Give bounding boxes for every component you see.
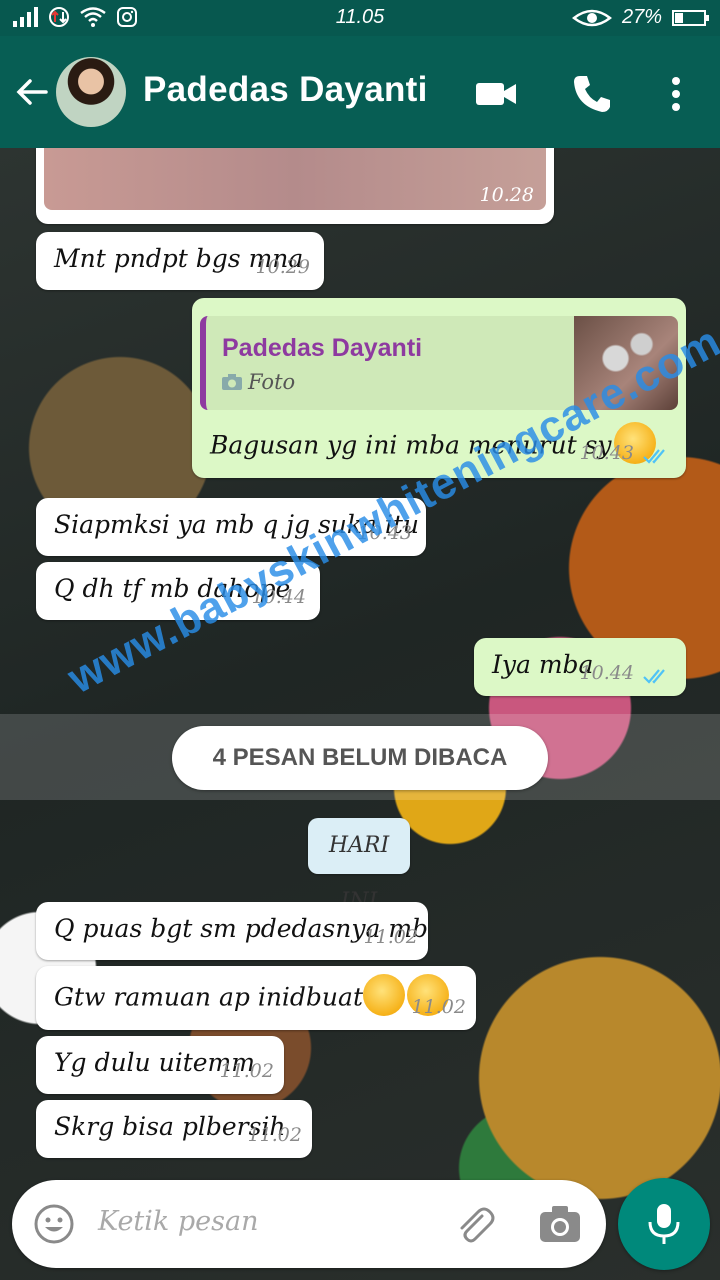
- incoming-message[interactable]: Mnt pndpt bgs mna 10.29: [36, 232, 324, 290]
- quoted-type: Foto: [248, 370, 296, 394]
- read-ticks-icon: [643, 669, 665, 684]
- quoted-sender: Padedas Dayanti: [222, 334, 423, 362]
- message-time: 11.02: [219, 1060, 274, 1082]
- message-text: Gtw ramuan ap inidbuat: [54, 974, 449, 1020]
- message-time: 10.44: [579, 662, 634, 684]
- incoming-message[interactable]: Skrg bisa plbersih 11.02: [36, 1100, 312, 1158]
- back-arrow-icon[interactable]: [14, 74, 50, 110]
- message-time: 11.02: [363, 926, 418, 948]
- battery-icon: [672, 9, 709, 26]
- mic-button[interactable]: [618, 1178, 710, 1270]
- rolling-laughing-emoji: [362, 974, 405, 1016]
- incoming-message[interactable]: Yg dulu uitemm 11.02: [36, 1036, 284, 1094]
- message-time: 10.29: [255, 256, 310, 278]
- status-bar: 11.05 27%: [0, 0, 720, 36]
- date-chip: HARI INI: [308, 818, 410, 914]
- status-icons-right: 27%: [572, 6, 709, 29]
- image-message[interactable]: 10.28: [36, 148, 554, 224]
- battery-percent: 27%: [621, 6, 662, 28]
- chat-header: Padedas Dayanti: [0, 36, 720, 148]
- outgoing-message[interactable]: Iya mba 10.44: [474, 638, 686, 696]
- message-photo[interactable]: [44, 148, 546, 210]
- message-time: 11.02: [247, 1124, 302, 1146]
- camera-icon: [222, 374, 242, 390]
- eye-icon: [572, 9, 612, 26]
- message-time: 10.28: [479, 184, 534, 206]
- message-text-content: Gtw ramuan ap inidbuat: [54, 982, 363, 1012]
- voice-call-icon[interactable]: [570, 72, 614, 116]
- contact-avatar[interactable]: [56, 57, 126, 127]
- attach-icon[interactable]: [452, 1202, 496, 1246]
- message-time: 11.02: [411, 996, 466, 1018]
- message-text: Iya mba: [492, 650, 594, 679]
- read-ticks-icon: [643, 449, 665, 464]
- contact-name[interactable]: Padedas Dayanti: [143, 70, 428, 110]
- message-time: 10.43: [579, 442, 634, 464]
- message-composer[interactable]: Ketik pesan: [12, 1180, 606, 1268]
- more-options-icon[interactable]: [654, 72, 698, 116]
- unread-messages-banner: 4 PESAN BELUM DIBACA: [172, 726, 548, 790]
- incoming-message[interactable]: Q puas bgt sm pdedasnya mb 11.02: [36, 902, 428, 960]
- message-input[interactable]: Ketik pesan: [98, 1206, 258, 1237]
- video-call-icon[interactable]: [474, 72, 518, 116]
- camera-icon[interactable]: [538, 1202, 582, 1246]
- emoji-icon[interactable]: [32, 1202, 76, 1246]
- incoming-message[interactable]: Gtw ramuan ap inidbuat 11.02: [36, 966, 476, 1030]
- microphone-icon: [648, 1204, 680, 1244]
- chat-screen: 11.05 27% Padedas Dayanti 10.28 Mnt pndp…: [0, 0, 720, 1280]
